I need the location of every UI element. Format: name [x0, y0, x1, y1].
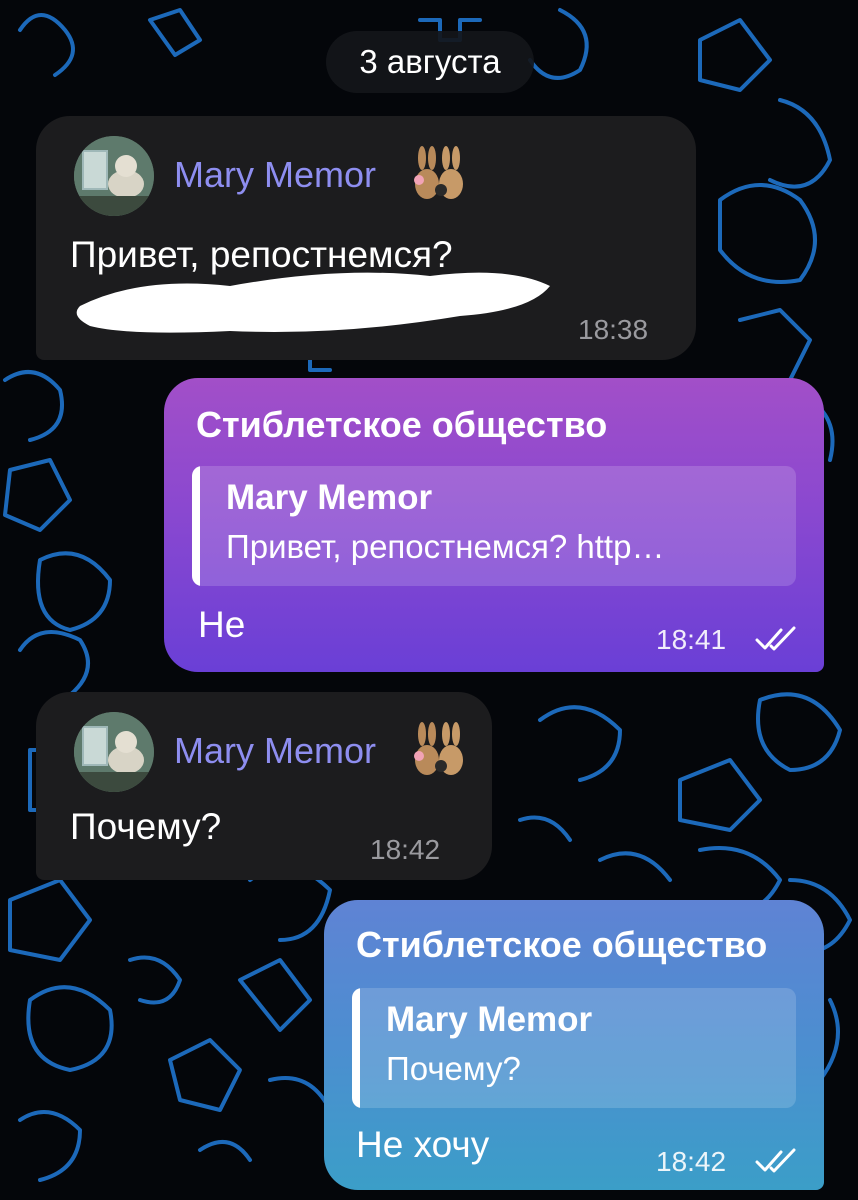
incoming-message[interactable]: Mary Memor Почему? 18:42 [36, 692, 492, 880]
outgoing-message[interactable]: Стиблетское общество Mary Memor Почему? … [324, 900, 824, 1190]
reply-text: Привет, репостнемся? http… [226, 528, 665, 565]
double-check-icon [755, 626, 796, 651]
avatar-image [74, 136, 154, 216]
reply-quote[interactable]: Mary Memor Почему? [352, 988, 796, 1108]
outgoing-message[interactable]: Стиблетское общество Mary Memor Привет, … [164, 378, 824, 672]
date-separator: 3 августа [326, 31, 534, 93]
redacted-link-scribble [76, 272, 551, 333]
message-time: 18:41 [656, 624, 727, 655]
bunny-couple-emoji-icon [414, 146, 463, 199]
channel-name[interactable]: Стиблетское общество [356, 924, 767, 966]
sender-name[interactable]: Mary Memor [174, 730, 376, 772]
message-text: Почему? [70, 806, 222, 847]
message-time: 18:38 [578, 314, 649, 345]
reply-author: Mary Memor [386, 1000, 593, 1039]
chat-view[interactable]: 3 августа Mary Memor Привет, репостнемся… [0, 0, 858, 1200]
message-time: 18:42 [656, 1146, 727, 1177]
reply-bar [352, 988, 360, 1108]
reply-bar [192, 466, 200, 586]
avatar[interactable] [74, 136, 154, 216]
reply-text: Почему? [386, 1050, 521, 1087]
sender-name[interactable]: Mary Memor [174, 154, 376, 196]
reply-author: Mary Memor [226, 478, 433, 517]
message-time: 18:42 [370, 834, 441, 865]
avatar-image [74, 712, 154, 792]
bunny-couple-emoji-icon [414, 722, 463, 775]
message-text: Не хочу [356, 1124, 490, 1165]
incoming-message[interactable]: Mary Memor Привет, репостнемся? 18:38 [36, 116, 696, 360]
channel-name[interactable]: Стиблетское общество [196, 404, 607, 446]
avatar[interactable] [74, 712, 154, 792]
reply-quote[interactable]: Mary Memor Привет, репостнемся? http… [192, 466, 796, 586]
message-text: Не [198, 604, 246, 645]
double-check-icon [755, 1148, 796, 1173]
